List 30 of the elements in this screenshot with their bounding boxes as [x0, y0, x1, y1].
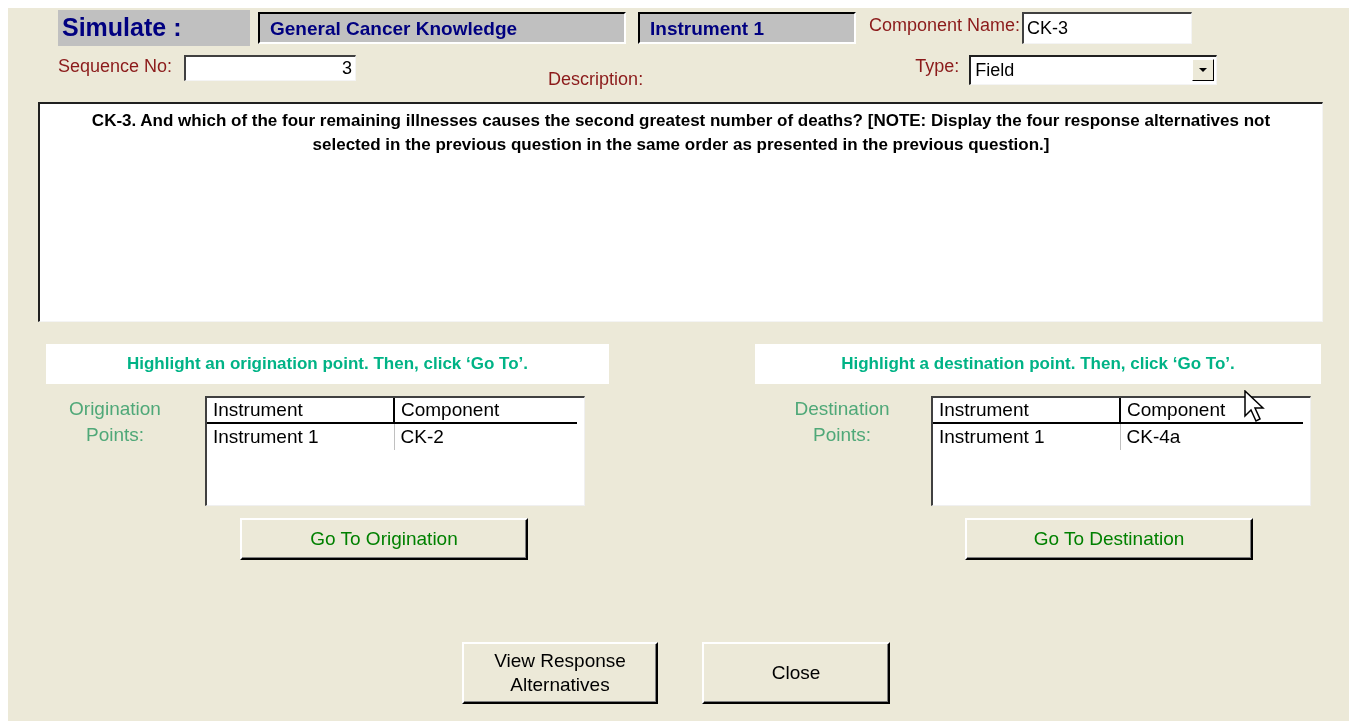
- pointer-icon: [1244, 390, 1266, 424]
- type-dropdown[interactable]: Field: [969, 55, 1218, 85]
- column-header: Instrument: [933, 398, 1120, 423]
- field-label: Sequence No:: [58, 56, 173, 77]
- field-label: Destination Points:: [793, 397, 891, 447]
- field-label: Type:: [915, 56, 960, 77]
- survey-name: General Cancer Knowledge: [258, 12, 626, 44]
- sequence-field[interactable]: 3: [184, 55, 357, 81]
- column-header: Component: [394, 398, 577, 423]
- field-label: Origination Points:: [68, 397, 162, 447]
- component-name-field[interactable]: CK-3: [1022, 12, 1193, 44]
- view-alternatives-button[interactable]: View Response Alternatives: [462, 642, 658, 704]
- go-to-button[interactable]: Go To Destination: [965, 518, 1253, 560]
- column-header: Instrument: [207, 398, 394, 423]
- table-cell: CK-2: [394, 423, 577, 450]
- go-to-button[interactable]: Go To Origination: [240, 518, 528, 560]
- table-cell: Instrument 1: [207, 423, 394, 450]
- table-cell: Instrument 1: [933, 423, 1120, 450]
- points-list[interactable]: Instrument Component Instrument 1 CK-2: [205, 396, 585, 506]
- table-cell: CK-4a: [1120, 423, 1303, 450]
- points-list[interactable]: Instrument Component Instrument 1 CK-4a: [931, 396, 1311, 506]
- close-button[interactable]: Close: [702, 642, 890, 704]
- form-title: Simulate :: [58, 10, 250, 46]
- field-label: Description:: [548, 69, 644, 90]
- description-text: CK-3. And which of the four remaining illnesses causes the second greatest number of deaths? [NOTE: Display the four response alternatives not selected in the previous question in the same order as presented in the previous question.]: [38, 102, 1323, 322]
- field-label: Component Name:: [869, 15, 1021, 36]
- instrument-name: Instrument 1: [638, 12, 856, 44]
- caret-icon: [1199, 68, 1208, 72]
- instruction-text: Highlight an origination point. Then, click ‘Go To’.: [46, 344, 609, 384]
- instruction-text: Highlight a destination point. Then, click ‘Go To’.: [755, 344, 1321, 384]
